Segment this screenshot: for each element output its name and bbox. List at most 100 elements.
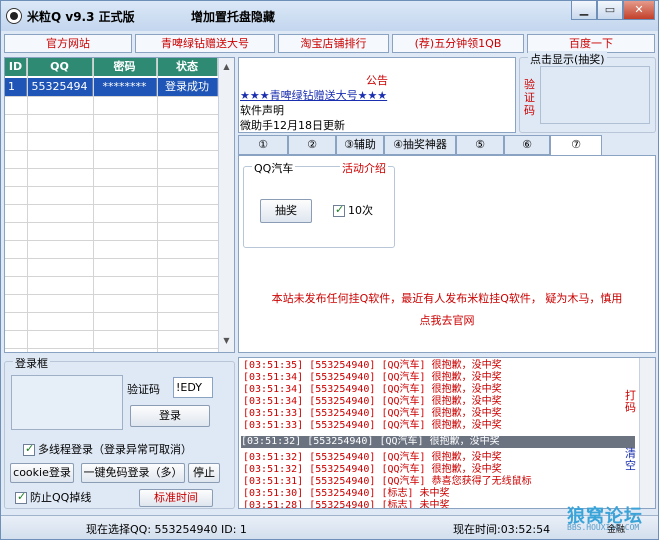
app-logo-icon [6,8,22,24]
ten-times-checkbox[interactable] [333,203,345,217]
login-captcha-input[interactable]: !EDY [173,377,213,398]
tab-1[interactable]: ① [238,135,288,155]
log-line-selected[interactable]: [03:51:32] [553254940] [QQ汽车] 很抱歉，没中奖 [241,436,635,448]
close-button[interactable]: ✕ [623,1,655,20]
login-group: 登录框 验证码 !EDY 登录 多线程登录（登录异常可取消） cookie登录 … [4,355,235,509]
grid-line [5,132,219,133]
captcha-display-group: 点击显示(抽奖) 验证码 [519,51,656,133]
table-scrollbar[interactable]: ▲ ▼ [218,58,234,352]
log-line: [03:51:34] [553254940] [QQ汽车] 很抱歉，没中奖 [243,396,502,407]
row-id: 1 [5,78,27,96]
draw-button[interactable]: 抽奖 [260,199,312,223]
official-site-link[interactable]: 点我去官网 [249,312,645,328]
stop-button[interactable]: 停止 [188,463,220,483]
anti-drop-checkbox[interactable] [15,490,27,504]
forum-watermark-url: BBS.HOUXIAO.COM [567,523,640,532]
log-line: [03:51:33] [553254940] [QQ汽车] 很抱歉，没中奖 [243,420,502,431]
log-line: [03:51:35] [553254940] [QQ汽车] 很抱歉，没中奖 [243,360,502,371]
table-row[interactable]: 1 55325494 ******** 登录成功 [5,78,218,96]
grid-line [5,294,219,295]
tab-4-lottery[interactable]: ④抽奖神器 [384,135,456,155]
cookie-login-button[interactable]: cookie登录 [10,463,74,483]
tab-3-assist[interactable]: ③辅助 [336,135,384,155]
notice-update[interactable]: 微助手12月18日更新 [240,117,345,133]
warning-text: 本站未发布任何挂Q软件，最近有人发布米粒挂Q软件， 疑为木马，慎用 [271,292,623,305]
grid-line [5,240,219,241]
tab-2[interactable]: ② [288,135,336,155]
captcha-image[interactable] [540,66,650,124]
multithread-label: 多线程登录（登录异常可取消） [38,443,192,456]
grid-line [5,276,219,277]
notice-title: 公告 [366,74,388,87]
one-click-login-button[interactable]: 一键免码登录（多） [81,463,185,483]
status-bar: 现在选择QQ: 553254940 ID: 1 现在时间:03:52:54 [1,515,658,539]
grid-line [27,58,28,352]
grid-line [5,312,219,313]
tab-5[interactable]: ⑤ [456,135,504,155]
login-captcha-image[interactable] [11,375,123,430]
notice-disclaimer[interactable]: 软件声明 [240,102,284,118]
grid-line [5,204,219,205]
current-qq-status: 现在选择QQ: 553254940 ID: 1 [86,523,247,536]
ten-times-label: 10次 [348,204,373,217]
nav-five-minute-qb[interactable]: (荐)五分钟领1QB [392,34,524,53]
log-line: [03:51:30] [553254940] [标志] 未中奖 [243,488,450,499]
captcha-solve-link[interactable]: 打码 [625,390,639,414]
nav-taobao-rank[interactable]: 淘宝店铺排行 [278,34,389,53]
tab-6[interactable]: ⑥ [504,135,550,155]
current-time-status: 现在时间:03:52:54 [453,523,551,536]
log-scrollbar[interactable] [639,358,655,508]
log-panel[interactable]: [03:51:35] [553254940] [QQ汽车] 很抱歉，没中奖 [0… [238,357,656,509]
notice-box: 公告 ★★★青啤绿钻赠送大号★★★ 软件声明 微助手12月18日更新 [238,57,516,133]
grid-line [5,186,219,187]
login-button[interactable]: 登录 [130,405,210,427]
scroll-down-icon[interactable]: ▼ [221,334,232,348]
grid-line [93,58,94,352]
grid-line [5,168,219,169]
grid-line [5,114,219,115]
row-password: ******** [93,78,157,96]
log-line: [03:51:34] [553254940] [QQ汽车] 很抱歉，没中奖 [243,384,502,395]
account-table[interactable]: ID QQ 密码 状态 1 55325494 ******** 登录成功 ▲ ▼ [4,57,235,353]
log-line: [03:51:31] [553254940] [QQ汽车] 恭喜您获得了无线鼠标 [243,476,532,487]
tab-7[interactable]: ⑦ [550,135,602,157]
nav-green-diamond[interactable]: 青啤绿钻赠送大号 [135,34,275,53]
table-header: ID QQ 密码 状态 [5,58,218,76]
grid-line [157,58,158,352]
row-status: 登录成功 [157,78,218,96]
grid-line [5,258,219,259]
col-qq: QQ [27,58,93,76]
grid-line [5,150,219,151]
scroll-up-icon[interactable]: ▲ [221,60,232,74]
multithread-checkbox[interactable] [23,442,35,456]
log-line: [03:51:32] [553254940] [QQ汽车] 很抱歉，没中奖 [243,464,502,475]
grid-line [5,330,219,331]
standard-time-button[interactable]: 标准时间 [139,489,213,507]
log-line: [03:51:32] [553254940] [QQ汽车] 很抱歉，没中奖 [243,452,502,463]
grid-line [5,348,219,349]
notice-promo-link[interactable]: ★★★青啤绿钻赠送大号★★★ [240,87,387,103]
minimize-button[interactable]: ▁ [571,1,597,20]
watermark-caption: 金融 [607,525,626,535]
col-id: ID [5,58,27,76]
maximize-button[interactable]: ▭ [597,1,623,20]
tab-panel: QQ汽车 活动介绍 抽奖 10次 本站未发布任何挂Q软件，最近有人发布米粒挂Q软… [238,155,656,353]
main-window: 米粒Q v9.3 正式版 增加置托盘隐藏 ▁ ▭ ✕ 官方网站 青啤绿钻赠送大号… [0,0,659,540]
captcha-display-label: 点击显示(抽奖) [528,51,607,67]
col-password: 密码 [93,58,157,76]
tray-hide-link[interactable]: 增加置托盘隐藏 [191,8,275,25]
nav-official-site[interactable]: 官方网站 [4,34,132,53]
anti-drop-label: 防止QQ掉线 [30,491,92,504]
grid-line [5,222,219,223]
login-captcha-label: 验证码 [127,383,160,396]
col-status: 状态 [157,58,218,76]
log-line: [03:51:33] [553254940] [QQ汽车] 很抱歉，没中奖 [243,408,502,419]
window-title: 米粒Q v9.3 正式版 [27,10,135,24]
clear-log-link[interactable]: 清空 [625,448,639,472]
title-bar[interactable]: 米粒Q v9.3 正式版 增加置托盘隐藏 ▁ ▭ ✕ [1,1,658,31]
activity-intro-link[interactable]: 活动介绍 [340,160,388,176]
qq-car-group: QQ汽车 活动介绍 抽奖 10次 [243,160,395,248]
login-group-label: 登录框 [13,355,50,371]
grid-line [5,96,219,97]
qq-car-label: QQ汽车 [252,160,296,176]
